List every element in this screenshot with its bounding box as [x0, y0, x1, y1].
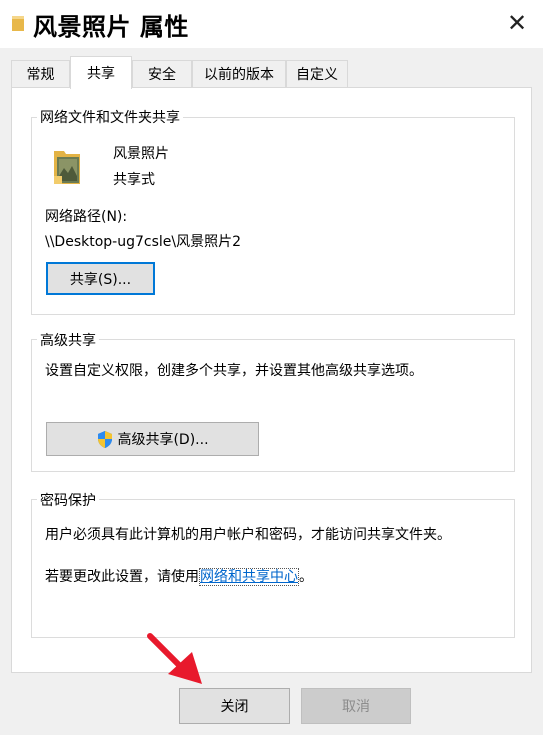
tab-panel: 网络文件和文件夹共享 风景照片 共享式 网络路径(N): \\Desktop-u…: [11, 87, 532, 673]
change-setting-suffix: 。: [299, 569, 313, 585]
network-path-value: \\Desktop-ug7csle\风景照片2: [45, 234, 242, 250]
network-sharing-center-link[interactable]: 网络和共享中心: [199, 568, 299, 586]
password-protection-description: 用户必须具有此计算机的用户帐户和密码，才能访问共享文件夹。: [45, 527, 451, 543]
tab-previous-versions[interactable]: 以前的版本: [192, 60, 286, 87]
share-button[interactable]: 共享(S)...: [46, 262, 155, 295]
tab-sharing[interactable]: 共享: [70, 56, 132, 89]
network-sharing-group-title: 网络文件和文件夹共享: [37, 107, 183, 127]
advanced-sharing-group-title: 高级共享: [37, 330, 99, 350]
folder-icon: [11, 14, 25, 36]
advanced-sharing-button-label: 高级共享(D)...: [117, 432, 209, 448]
cancel-button[interactable]: 取消: [301, 688, 411, 724]
close-icon[interactable]: ✕: [493, 0, 541, 46]
tab-customize[interactable]: 自定义: [286, 60, 348, 87]
folder-name: 风景照片: [113, 146, 169, 162]
advanced-sharing-button[interactable]: 高级共享(D)...: [46, 422, 259, 456]
advanced-sharing-description: 设置自定义权限，创建多个共享，并设置其他高级共享选项。: [45, 363, 423, 379]
change-setting-prefix: 若要更改此设置，请使用: [45, 569, 199, 585]
share-status: 共享式: [113, 172, 155, 188]
window-title: 风景照片 属性: [33, 13, 189, 41]
uac-shield-icon: [96, 430, 114, 449]
red-arrow-annotation: [146, 632, 208, 692]
network-path-label: 网络路径(N):: [45, 209, 128, 225]
tab-bar: 常规 共享 安全 以前的版本 自定义: [0, 56, 543, 89]
tab-general[interactable]: 常规: [11, 60, 70, 87]
password-protection-group-title: 密码保护: [37, 490, 99, 510]
close-button[interactable]: 关闭: [179, 688, 290, 724]
shared-folder-icon: [52, 148, 84, 190]
tab-security[interactable]: 安全: [132, 60, 192, 87]
change-setting-line: 若要更改此设置，请使用网络和共享中心。: [45, 566, 313, 586]
title-bar: 风景照片 属性 ✕: [0, 0, 543, 48]
